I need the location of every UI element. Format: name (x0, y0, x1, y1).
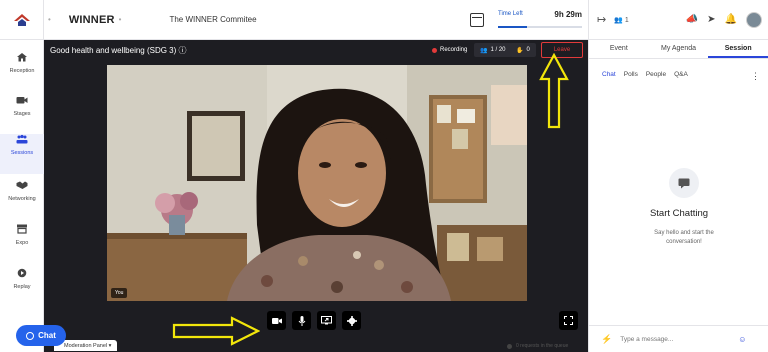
nav-item-replay[interactable]: Replay (0, 268, 44, 308)
camera-toggle-button[interactable] (267, 311, 286, 330)
logo[interactable] (0, 0, 44, 40)
participants-count: 1 / 20 (490, 47, 506, 53)
nav-item-label: Stages (13, 111, 31, 117)
subtab-chat[interactable]: Chat (602, 71, 616, 78)
recording-indicator: Recording (432, 43, 467, 57)
replay-icon (17, 268, 27, 278)
participants-pill[interactable]: 👥 1 / 20 (474, 43, 512, 57)
recording-dot-icon (432, 47, 437, 53)
mic-toggle-button[interactable] (292, 311, 311, 330)
microphone-icon (298, 315, 305, 326)
attendee-count: 1 (624, 16, 629, 24)
calendar-icon[interactable] (470, 13, 484, 27)
exit-icon[interactable]: ↦ (597, 13, 606, 26)
fullscreen-icon (564, 316, 573, 325)
subtab-qa[interactable]: Q&A (674, 71, 688, 78)
booth-icon (17, 224, 27, 234)
home-icon (17, 53, 27, 62)
queue-pill[interactable]: ✋ 0 (510, 43, 536, 57)
avatar[interactable] (746, 11, 762, 28)
tab-session[interactable]: Session (708, 40, 768, 58)
bolt-icon[interactable]: ⚡ (601, 334, 612, 345)
brand-dot-icon: • (48, 15, 51, 24)
nav-item-reception[interactable]: Reception (0, 52, 44, 92)
send-icon[interactable]: ➤ (707, 14, 715, 25)
people-icon (16, 134, 28, 144)
session-subtabs: Chat Polls People Q&A (589, 59, 768, 78)
recording-label: Recording (440, 47, 468, 53)
people-icon: 👥 (480, 47, 488, 54)
empty-chat-title: Start Chatting (649, 208, 709, 219)
nav-item-label: Expo (15, 240, 29, 246)
gear-icon (346, 315, 357, 326)
nav-item-sessions[interactable]: Sessions (0, 134, 44, 174)
brand-dot-icon: • (118, 15, 122, 24)
handshake-icon (16, 181, 28, 189)
subtab-polls[interactable]: Polls (624, 71, 638, 78)
tab-event[interactable]: Event (589, 40, 649, 58)
media-controls (267, 311, 361, 330)
message-composer: ⚡ ☺ (589, 325, 768, 352)
tab-my-agenda[interactable]: My Agenda (649, 40, 709, 58)
nav-item-label: Sessions (10, 150, 34, 156)
video-frame-image (107, 65, 527, 301)
session-stage: Good health and wellbeing (SDG 3) ⓘ Reco… (44, 40, 588, 352)
screen-share-button[interactable] (317, 311, 336, 330)
right-top-bar: ↦ 👥 1 📣 ➤ 🔔 (588, 0, 768, 40)
megaphone-icon[interactable]: 📣 (686, 14, 698, 25)
chat-empty-icon (669, 168, 699, 198)
annotation-arrow-up (539, 53, 569, 129)
emoji-icon[interactable]: ☺ (738, 335, 746, 344)
left-navigation: Reception Stages Sessions Networking Exp… (0, 40, 44, 352)
queue-status: 0 requests in the queue (507, 343, 568, 349)
chat-button-label: Chat (38, 331, 56, 340)
attendees-indicator[interactable]: 👥 1 (614, 16, 629, 24)
queue-status-text: 0 requests in the queue (516, 343, 569, 349)
bell-icon[interactable]: 🔔 (725, 14, 737, 25)
subtab-people[interactable]: People (646, 71, 666, 78)
video-camera-icon (271, 317, 282, 324)
queue-status-icon (507, 343, 512, 349)
annotation-arrow-right (172, 316, 260, 346)
queue-count: 0 (526, 47, 530, 53)
time-left-progress (498, 26, 582, 28)
hand-raise-icon: ✋ (516, 47, 524, 54)
time-left-label: Time Left (498, 11, 523, 17)
screen-share-icon (321, 316, 332, 325)
more-options-icon[interactable]: ⋮ (751, 71, 760, 82)
nav-item-label: Networking (8, 196, 36, 202)
message-input[interactable] (620, 335, 731, 343)
event-name: The WINNER Commitee (169, 15, 257, 24)
panel-tabs: Event My Agenda Session (589, 40, 768, 59)
top-bar: • WINNER • The WINNER Commitee Time Left… (0, 0, 588, 40)
settings-button[interactable] (342, 311, 361, 330)
chat-bubble-icon (26, 331, 35, 340)
chat-bubble-icon (678, 178, 690, 188)
time-left-widget: Time Left 9h 29m (470, 9, 582, 31)
empty-chat-subtitle: Say hello and start the conversation! (654, 230, 714, 245)
people-icon: 👥 (614, 16, 623, 24)
fullscreen-button[interactable] (559, 311, 578, 330)
nav-item-label: Reception (9, 68, 35, 74)
participant-video: You (107, 65, 527, 301)
chat-button[interactable]: Chat (16, 325, 66, 346)
video-camera-icon (16, 97, 28, 104)
time-left-value: 9h 29m (554, 10, 582, 19)
nav-item-expo[interactable]: Expo (0, 224, 44, 264)
nav-item-stages[interactable]: Stages (0, 95, 44, 135)
video-name-tag: You (111, 288, 128, 298)
brand-name: WINNER (68, 13, 115, 26)
nav-item-label: Replay (13, 284, 31, 290)
time-left-progress-fill (498, 26, 528, 28)
right-panel: Event My Agenda Session Chat Polls Peopl… (588, 40, 768, 352)
nav-item-networking[interactable]: Networking (0, 180, 44, 220)
winner-logo-icon (13, 13, 30, 26)
session-title: Good health and wellbeing (SDG 3) ⓘ (50, 46, 187, 55)
